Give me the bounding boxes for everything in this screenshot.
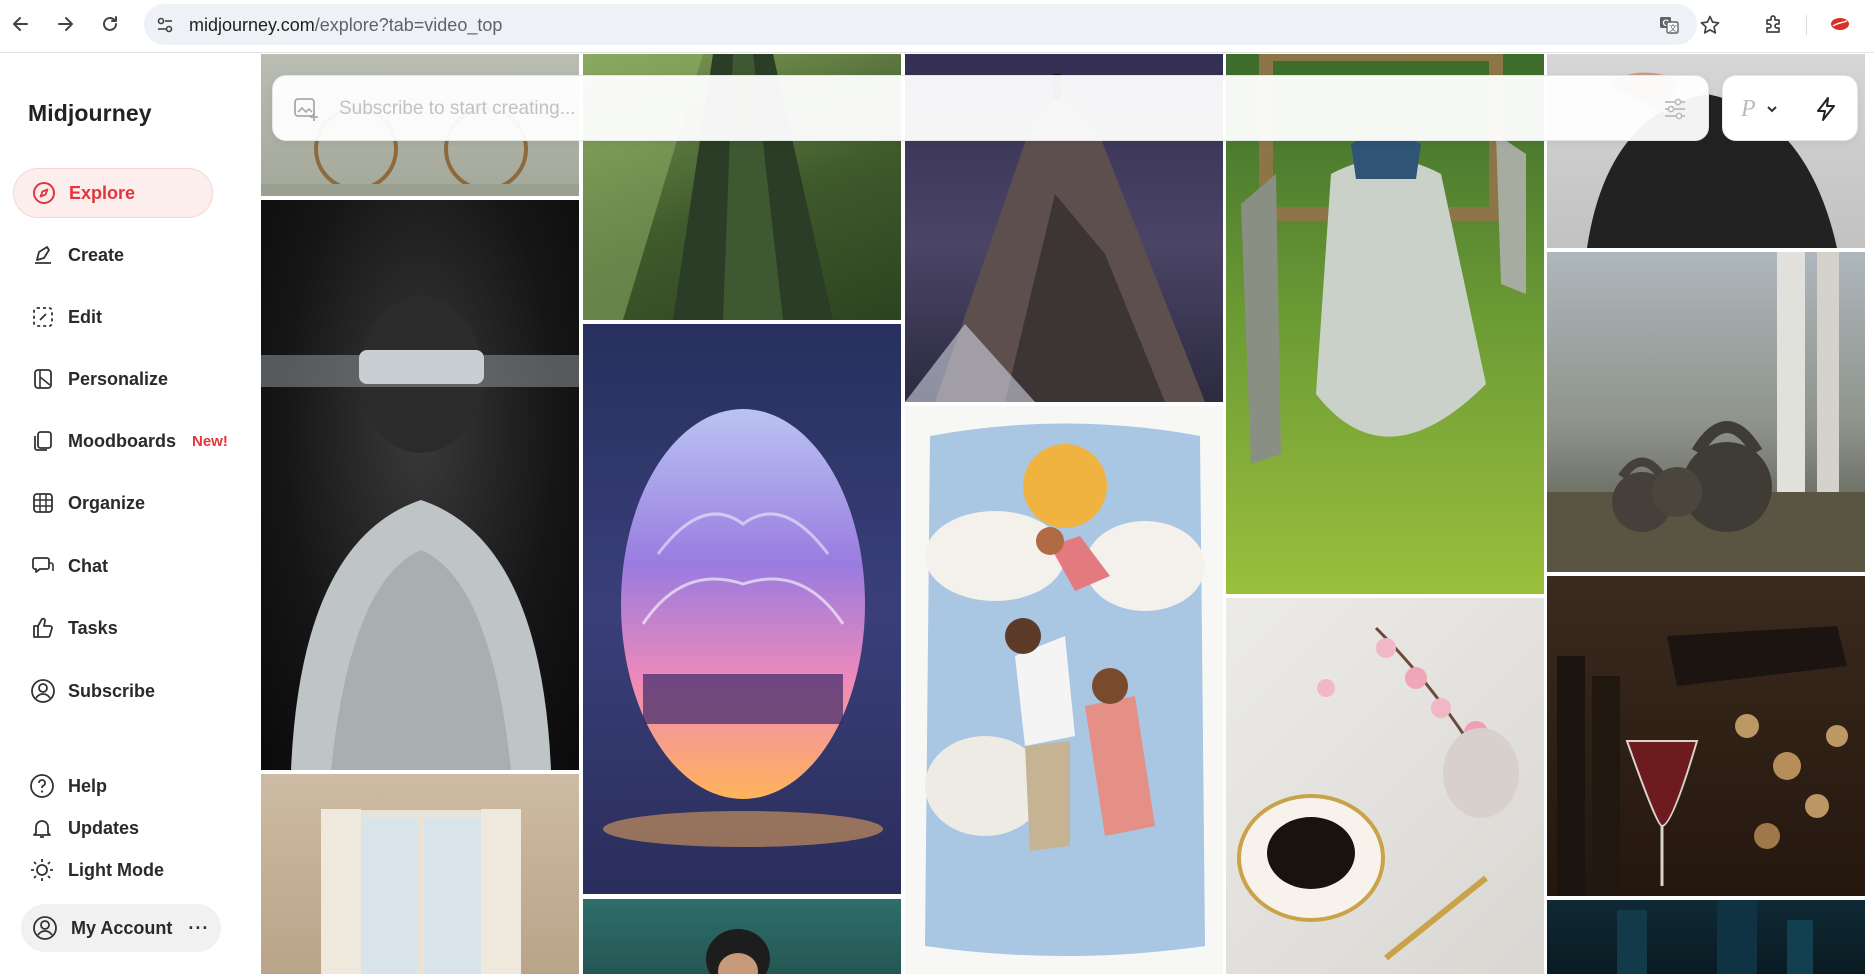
explore-gallery xyxy=(260,54,1874,974)
nav-create[interactable]: Create xyxy=(13,230,213,280)
mode-controls: P xyxy=(1722,75,1858,141)
prompt-input[interactable] xyxy=(339,94,1589,124)
url-host: midjourney.com xyxy=(189,15,315,35)
gallery-tile-coffee-blossom[interactable] xyxy=(1226,598,1544,974)
toolbar-divider xyxy=(1806,15,1807,35)
brush-icon xyxy=(30,242,56,268)
nav-label: Light Mode xyxy=(68,859,164,880)
nav-label: Moodboards xyxy=(68,430,176,451)
reload-icon xyxy=(103,16,117,31)
nav-subscribe[interactable]: Subscribe xyxy=(13,666,213,716)
nav-organize[interactable]: Organize xyxy=(13,478,213,528)
gallery-tile-neon-city[interactable] xyxy=(1547,900,1865,974)
more-options-icon[interactable]: ··· xyxy=(188,918,209,939)
lightning-bolt-icon[interactable] xyxy=(1811,94,1841,124)
nav-explore[interactable]: Explore xyxy=(13,168,213,218)
address-bar[interactable]: midjourney.com/explore?tab=video_top G文 xyxy=(144,4,1720,45)
nav-help[interactable]: Help xyxy=(28,771,107,801)
edit-icon xyxy=(30,304,56,330)
account-label: My Account xyxy=(71,917,173,938)
nav-label: Personalize xyxy=(68,368,169,389)
extensions-icon[interactable] xyxy=(1761,11,1787,37)
new-badge: New! xyxy=(192,432,228,450)
nav-label: Chat xyxy=(68,555,108,576)
sidebar: Midjourney Explore Create Edit Personali… xyxy=(0,54,260,974)
nav-edit[interactable]: Edit xyxy=(13,292,213,342)
site-info-icon[interactable] xyxy=(154,14,176,36)
browser-toolbar: midjourney.com/explore?tab=video_top G文 xyxy=(0,0,1874,53)
gallery-tile-kettlebells[interactable] xyxy=(1547,252,1865,572)
gallery-tile-portrait-woman[interactable] xyxy=(583,899,901,974)
forward-button[interactable] xyxy=(50,9,80,39)
grid-icon xyxy=(30,490,56,516)
gallery-tile-window-room[interactable] xyxy=(261,774,579,974)
bell-icon xyxy=(28,814,56,842)
nav-light-mode[interactable]: Light Mode xyxy=(28,855,164,885)
arrow-right-icon xyxy=(58,17,73,31)
svg-text:文: 文 xyxy=(1669,23,1677,33)
nav-label: Edit xyxy=(68,306,102,327)
settings-sliders-icon[interactable] xyxy=(1660,94,1690,124)
gallery-tile-blindfold-man[interactable] xyxy=(261,200,579,770)
nav-moodboards[interactable]: Moodboards New! xyxy=(13,416,233,466)
nav-label: Create xyxy=(68,244,125,265)
reload-button[interactable] xyxy=(95,9,125,39)
gallery-tile-crystal-egg[interactable] xyxy=(583,324,901,894)
sun-icon xyxy=(28,856,56,884)
gallery-tile-family-clouds[interactable] xyxy=(905,406,1223,974)
compass-icon xyxy=(31,180,57,206)
user-circle-icon xyxy=(30,678,56,704)
help-icon xyxy=(28,772,56,800)
add-image-icon[interactable] xyxy=(291,94,321,124)
prompt-bar xyxy=(272,75,1709,141)
profile-flag-icon[interactable] xyxy=(1827,11,1853,37)
nav-label: Tasks xyxy=(68,617,118,638)
arrow-left-icon xyxy=(13,17,28,31)
chevron-down-icon xyxy=(1766,106,1777,113)
account-icon xyxy=(31,914,59,942)
nav-chat[interactable]: Chat xyxy=(13,541,213,591)
moodboards-icon xyxy=(30,428,56,454)
nav-updates[interactable]: Updates xyxy=(28,813,139,843)
personalize-select[interactable]: P xyxy=(1741,92,1778,126)
brand-logo[interactable]: Midjourney xyxy=(28,100,152,127)
nav-label: Organize xyxy=(68,492,146,513)
personalize-icon xyxy=(30,366,56,392)
nav-personalize[interactable]: Personalize xyxy=(13,354,213,404)
nav-label: Explore xyxy=(69,182,136,203)
chat-icon xyxy=(30,553,56,579)
translate-icon[interactable]: G文 xyxy=(1658,14,1680,36)
nav-label: Subscribe xyxy=(68,680,156,701)
thumbs-up-icon xyxy=(30,615,56,641)
my-account-button[interactable]: My Account ··· xyxy=(21,904,221,952)
nav-label: Updates xyxy=(68,817,140,838)
url-text[interactable]: midjourney.com/explore?tab=video_top xyxy=(189,15,502,36)
personalize-letter: P xyxy=(1741,95,1756,122)
nav-label: Help xyxy=(68,775,108,796)
gallery-tile-wine-pour[interactable] xyxy=(1547,576,1865,896)
url-path: /explore?tab=video_top xyxy=(314,15,503,35)
back-button[interactable] xyxy=(6,9,36,39)
nav-tasks[interactable]: Tasks xyxy=(13,603,213,653)
bookmark-star-icon[interactable] xyxy=(1699,14,1721,36)
